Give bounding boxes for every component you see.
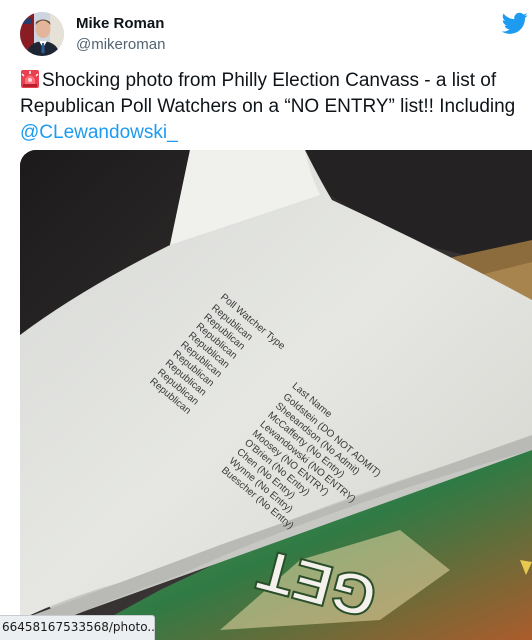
avatar-image	[20, 12, 64, 56]
siren-icon	[20, 69, 40, 89]
tweet-photo[interactable]: Poll Watcher Type Last Name Republican R…	[20, 150, 532, 640]
author-name[interactable]: Mike Roman	[76, 15, 164, 32]
tweet: Mike Roman @mikeroman Shocking photo fro…	[0, 0, 532, 640]
photo-image: Poll Watcher Type Last Name Republican R…	[20, 150, 532, 640]
avatar[interactable]	[20, 12, 64, 56]
author-handle[interactable]: @mikeroman	[76, 36, 165, 53]
tweet-body: Shocking photo from Philly Election Canv…	[20, 70, 516, 117]
mention-link[interactable]: @CLewandowski_	[20, 122, 178, 143]
twitter-bird-icon[interactable]	[501, 10, 528, 36]
browser-status-url: 66458167533568/photo...	[0, 615, 155, 640]
tweet-text: Shocking photo from Philly Election Canv…	[20, 68, 520, 146]
